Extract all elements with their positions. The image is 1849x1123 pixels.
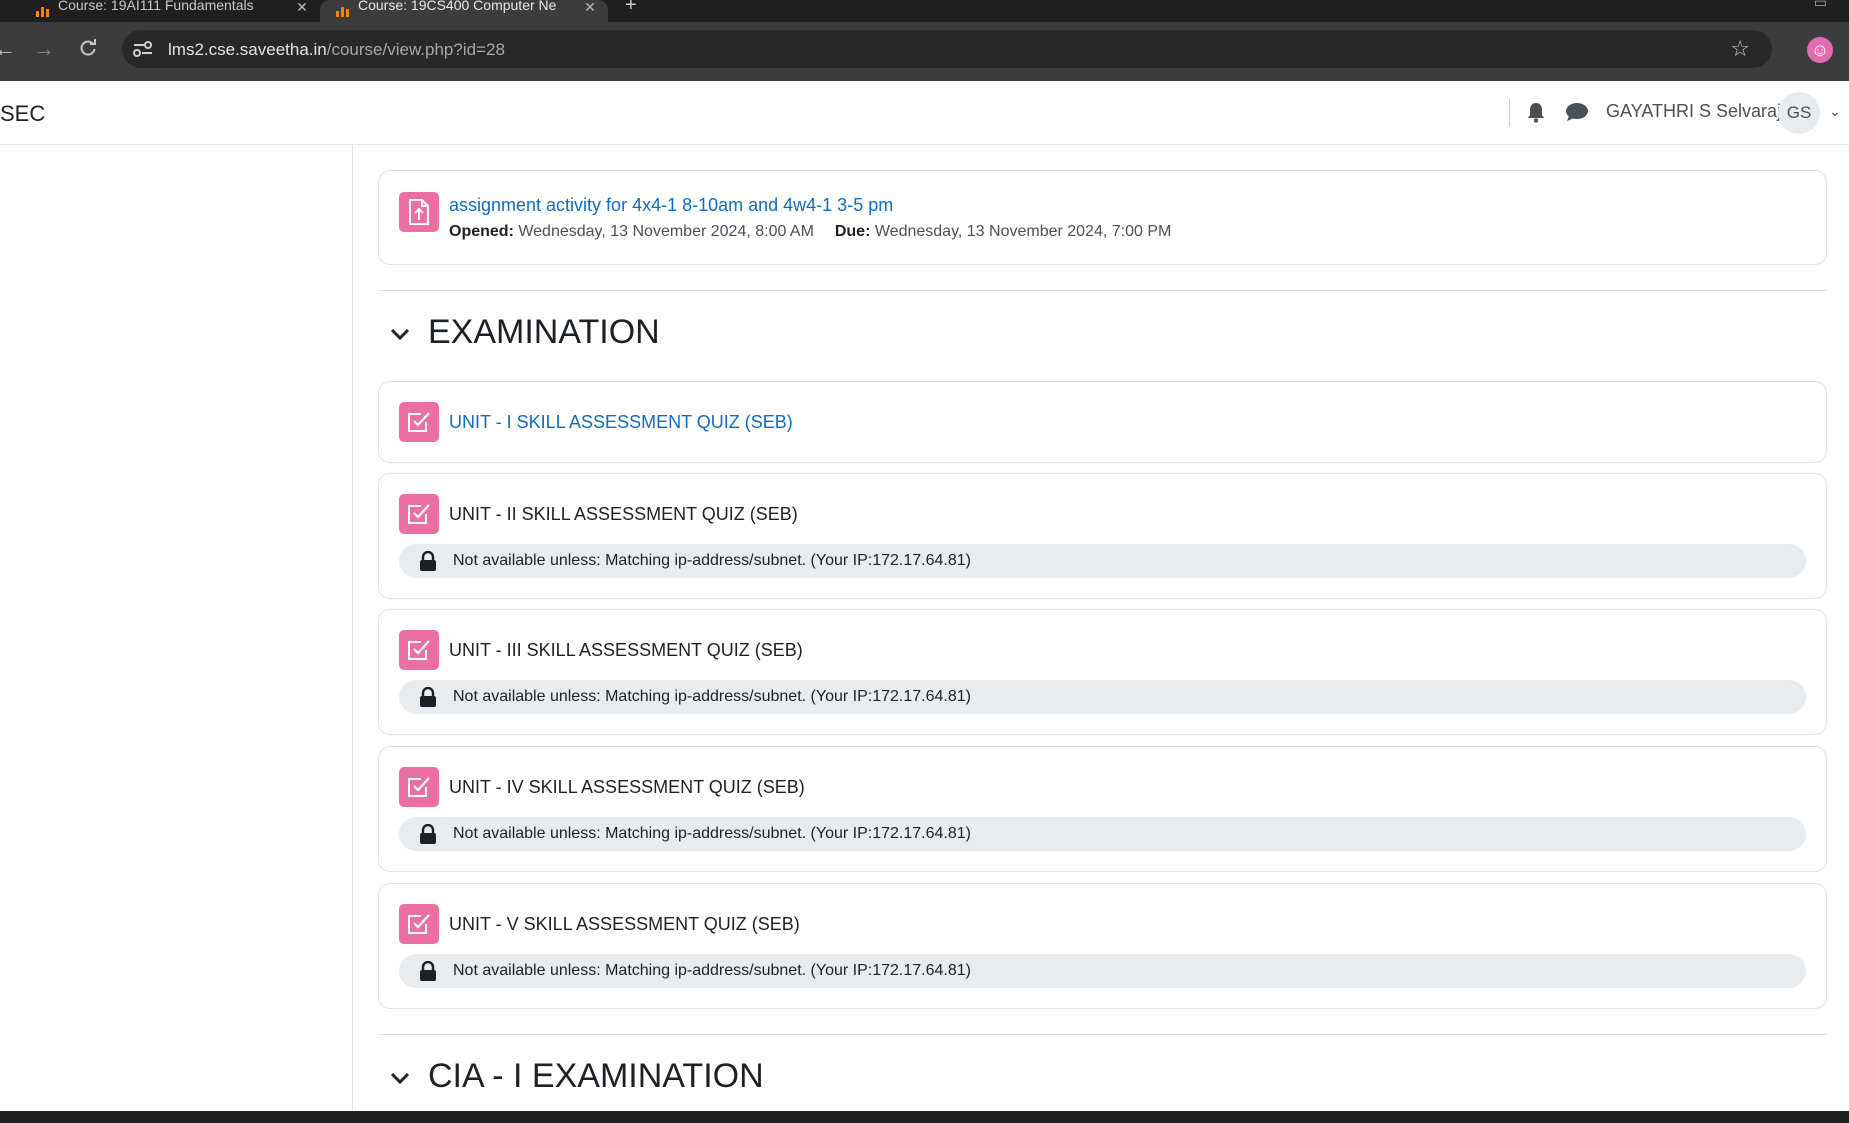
activity-quiz: UNIT - IV SKILL ASSESSMENT QUIZ (SEB) No… — [378, 746, 1827, 872]
lock-icon — [419, 823, 437, 844]
quiz-checkbox-icon — [399, 767, 439, 807]
browser-tab[interactable]: Course: 19AI111 Fundamentals ✕ — [20, 0, 320, 22]
section-title-examination[interactable]: EXAMINATION — [428, 313, 660, 352]
site-header: SEC GAYATHRI S Selvaraj GS ⌄ — [0, 81, 1849, 145]
new-tab-icon[interactable]: + — [625, 0, 637, 17]
section-divider — [378, 1034, 1827, 1035]
assignment-link[interactable]: assignment activity for 4x4-1 8-10am and… — [449, 195, 893, 216]
tab-title: Course: 19CS400 Computer Ne — [358, 0, 557, 13]
assignment-dates: Opened: Wednesday, 13 November 2024, 8:0… — [449, 223, 1171, 241]
restriction-badge: Not available unless: Matching ip-addres… — [399, 544, 1806, 578]
bookmark-star-icon[interactable]: ☆ — [1730, 36, 1750, 62]
quiz-checkbox-icon — [399, 402, 439, 442]
restriction-text: Not available unless: Matching ip-addres… — [453, 688, 971, 705]
due-value: Wednesday, 13 November 2024, 7:00 PM — [874, 223, 1172, 240]
activity-quiz: UNIT - I SKILL ASSESSMENT QUIZ (SEB) — [378, 381, 1827, 463]
quiz-title: UNIT - IV SKILL ASSESSMENT QUIZ (SEB) — [449, 777, 805, 797]
user-name[interactable]: GAYATHRI S Selvaraj — [1606, 101, 1781, 122]
due-label: Due: — [834, 223, 871, 240]
restriction-badge: Not available unless: Matching ip-addres… — [399, 680, 1806, 714]
activity-quiz: UNIT - III SKILL ASSESSMENT QUIZ (SEB) N… — [378, 609, 1827, 735]
browser-profile-icon[interactable]: ☺ — [1807, 37, 1833, 63]
browser-toolbar: ← → lms2.cse.saveetha.in/course/view.php… — [0, 22, 1849, 81]
opened-value: Wednesday, 13 November 2024, 8:00 AM — [518, 223, 814, 240]
url-path: /course/view.php?id=28 — [326, 40, 505, 59]
reload-icon[interactable] — [78, 38, 98, 62]
tab-close-icon[interactable]: ✕ — [580, 0, 600, 16]
lock-icon — [419, 550, 437, 571]
url-host: lms2.cse.saveetha.in — [168, 40, 327, 59]
notification-bell-icon[interactable] — [1526, 101, 1546, 123]
restriction-badge: Not available unless: Matching ip-addres… — [399, 954, 1806, 988]
restriction-badge: Not available unless: Matching ip-addres… — [399, 817, 1806, 851]
os-taskbar — [0, 1111, 1849, 1123]
section-chevron-down-icon[interactable] — [388, 1066, 412, 1090]
tab-title: Course: 19AI111 Fundamentals — [58, 0, 254, 13]
lock-icon — [419, 960, 437, 981]
section-chevron-down-icon[interactable] — [388, 322, 412, 346]
tab-close-icon[interactable]: ✕ — [292, 0, 312, 16]
quiz-link[interactable]: UNIT - I SKILL ASSESSMENT QUIZ (SEB) — [449, 412, 793, 433]
restriction-text: Not available unless: Matching ip-addres… — [453, 962, 971, 979]
user-avatar[interactable]: GS — [1778, 92, 1820, 134]
site-info-icon[interactable] — [132, 39, 154, 59]
restriction-text: Not available unless: Matching ip-addres… — [453, 552, 971, 569]
messages-chat-icon[interactable] — [1565, 102, 1589, 122]
section-divider — [378, 290, 1827, 291]
lock-icon — [419, 686, 437, 707]
user-menu-chevron-down-icon[interactable]: ⌄ — [1829, 103, 1841, 120]
section-title-cia-i-examination[interactable]: CIA - I EXAMINATION — [428, 1057, 764, 1096]
quiz-title: UNIT - III SKILL ASSESSMENT QUIZ (SEB) — [449, 640, 803, 660]
quiz-checkbox-icon — [399, 904, 439, 944]
activity-quiz: UNIT - V SKILL ASSESSMENT QUIZ (SEB) Not… — [378, 883, 1827, 1009]
course-index-drawer-border — [352, 145, 353, 1113]
quiz-title: UNIT - II SKILL ASSESSMENT QUIZ (SEB) — [449, 504, 798, 524]
quiz-title: UNIT - V SKILL ASSESSMENT QUIZ (SEB) — [449, 914, 800, 934]
moodle-favicon-icon — [36, 5, 50, 17]
restriction-text: Not available unless: Matching ip-addres… — [453, 825, 971, 842]
moodle-favicon-icon — [336, 5, 350, 17]
url-text[interactable]: lms2.cse.saveetha.in/course/view.php?id=… — [168, 40, 505, 60]
quiz-checkbox-icon — [399, 630, 439, 670]
assignment-upload-icon — [399, 192, 439, 232]
opened-label: Opened: — [449, 223, 514, 240]
site-brand[interactable]: SEC — [0, 101, 45, 127]
address-bar[interactable]: lms2.cse.saveetha.in/course/view.php?id=… — [122, 30, 1772, 68]
browser-tab-strip: Course: 19AI111 Fundamentals ✕ Course: 1… — [0, 0, 1849, 22]
quiz-checkbox-icon — [399, 494, 439, 534]
activity-quiz: UNIT - II SKILL ASSESSMENT QUIZ (SEB) No… — [378, 473, 1827, 599]
activity-assignment: assignment activity for 4x4-1 8-10am and… — [378, 170, 1827, 265]
back-icon[interactable]: ← — [0, 38, 16, 60]
forward-icon[interactable]: → — [33, 38, 55, 60]
header-divider — [1509, 99, 1510, 127]
browser-tab-active[interactable]: Course: 19CS400 Computer Ne ✕ — [320, 0, 608, 22]
window-control-icon[interactable]: ▭ — [1814, 0, 1827, 11]
